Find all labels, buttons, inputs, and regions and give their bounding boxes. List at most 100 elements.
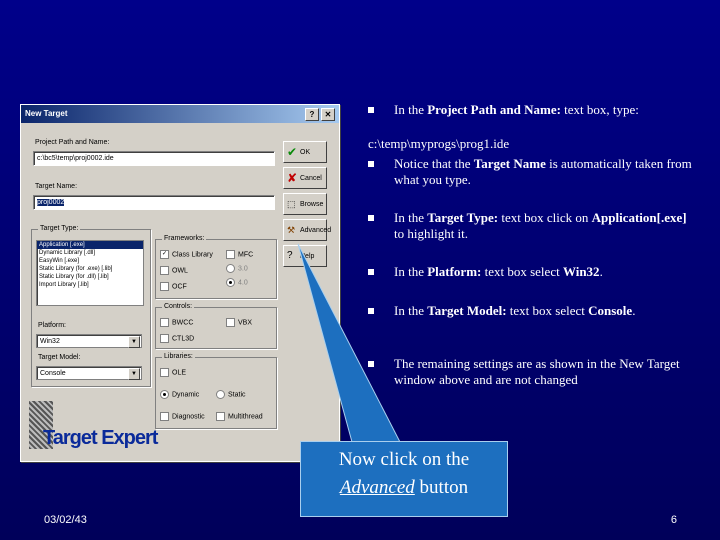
libraries-group: Libraries: OLE Dynamic Static Diagnostic… [155,353,277,429]
bullet-square-icon [368,215,374,221]
footer-date: 03/02/43 [44,514,87,526]
bwcc-checkbox[interactable]: BWCC [160,318,193,328]
controls-label: Controls: [162,303,195,310]
callout-text: button [414,477,469,498]
bullet-text: In the [394,303,428,318]
advanced-button[interactable]: ⚒ Advanced [283,219,331,241]
bullet-bold: Target Model: [427,303,507,318]
class-library-label: Class Library [172,251,213,259]
bullet-text: c:\temp\myprogs\prog1.ide [368,136,510,151]
target-model-label: Target Model: [38,354,81,361]
bullet-text: Notice that the [394,156,474,171]
static-radio[interactable]: Static [216,390,246,400]
help-button[interactable]: ? Help [283,245,327,267]
target-type-item[interactable]: Static Library (for .dll) [.lib] [37,273,143,281]
project-path-input[interactable]: c:\bc5\temp\proj0002.ide [33,151,275,166]
class-library-checkbox[interactable]: ✓ Class Library [160,250,213,260]
target-type-label: Target Type: [38,225,81,232]
bullet-bold: Application[.exe] [591,210,687,225]
target-type-item[interactable]: Static Library (for .exe) [.lib] [37,265,143,273]
static-label: Static [228,391,246,399]
bullet-square-icon [368,161,374,167]
callout-emphasis: Advanced [339,477,415,498]
frameworks-label: Frameworks: [162,235,207,242]
target-name-value: proj0002 [37,199,65,206]
owl-version-40-label: 4.0 [238,279,248,287]
target-name-label: Target Name: [35,183,78,190]
platform-value: Win32 [40,338,60,345]
target-type-item[interactable]: Import Library [.lib] [37,281,143,289]
controls-group: Controls: BWCC VBX CTL3D [155,303,277,349]
footer-page-number: 6 [670,514,677,526]
cancel-button[interactable]: ✘ Cancel [283,167,327,189]
vbx-checkbox[interactable]: VBX [226,318,252,328]
owl-version-40-radio: 4.0 [226,278,248,288]
bullet-square-icon [368,308,374,314]
ctl3d-label: CTL3D [172,335,195,343]
chevron-down-icon[interactable]: ▼ [128,368,140,380]
bullet-bold: Target Type: [427,210,499,225]
owl-version-30-radio: 3.0 [226,264,248,274]
ocf-label: OCF [172,283,187,291]
ctl3d-checkbox[interactable]: CTL3D [160,334,194,344]
bullet-path-value: c:\temp\myprogs\prog1.ide [368,136,698,152]
bullet-text: The remaining settings are as shown in t… [394,356,680,387]
callout-line2: Advanced button [301,474,507,502]
dialog-title: New Target [25,109,68,118]
dynamic-label: Dynamic [172,391,200,399]
help-title-button[interactable]: ? [305,108,319,121]
checkmark-icon: ✔ [287,145,298,159]
bullet-text: text box select [506,303,589,318]
bullet-target-type: In the Target Type: text box click on Ap… [368,210,698,242]
bullet-text: text box click on [498,210,592,225]
bullet-platform: In the Platform: text box select Win32. [368,264,698,280]
bullet-text: In the [394,210,428,225]
cancel-label: Cancel [300,175,322,182]
dynamic-radio[interactable]: Dynamic [160,390,199,400]
bullet-target-model: In the Target Model: text box select Con… [368,303,698,319]
callout-box: Now click on the Advanced button [300,441,508,517]
callout-line1: Now click on the [338,449,470,470]
ole-checkbox[interactable]: OLE [160,368,186,378]
multithread-checkbox[interactable]: Multithread [216,412,263,422]
platform-select[interactable]: Win32 ▼ [36,334,142,348]
ocf-checkbox[interactable]: OCF [160,282,187,292]
diagnostic-checkbox[interactable]: Diagnostic [160,412,205,422]
browse-label: Browse [300,201,324,208]
target-model-value: Console [40,370,66,377]
help-label: Help [300,253,315,260]
mfc-label: MFC [238,251,254,259]
frameworks-group: Frameworks: ✓ Class Library MFC OWL 3.0 O… [155,235,277,299]
dialog-title-bar: New Target ? ✕ [21,105,339,123]
bullet-square-icon [368,361,374,367]
target-type-group: Target Type: Application [.exe] Dynamic … [31,225,151,387]
chevron-down-icon[interactable]: ▼ [128,336,140,348]
bullet-remaining-settings: The remaining settings are as shown in t… [368,356,698,388]
ole-label: OLE [172,369,187,377]
bullet-bold: Win32 [562,264,600,279]
target-type-item[interactable]: EasyWin [.exe] [37,257,143,265]
target-type-list[interactable]: Application [.exe] Dynamic Library [.dll… [36,240,144,306]
bullet-bold: Project Path and Name: [427,102,561,117]
target-model-select[interactable]: Console ▼ [36,366,142,380]
browse-icon: ⬚ [287,199,296,209]
bullet-target-name: Notice that the Target Name is automatic… [368,156,698,188]
bullet-square-icon [368,269,374,275]
bullet-text: text box select [481,264,563,279]
bullet-bold: Platform: [427,264,482,279]
target-name-input[interactable]: proj0002 [33,195,275,210]
target-type-item[interactable]: Dynamic Library [.dll] [37,249,143,257]
close-title-button[interactable]: ✕ [321,108,335,121]
ok-button[interactable]: ✔ OK [283,141,327,163]
mfc-checkbox[interactable]: MFC [226,250,253,260]
bullet-bold: Target Name [473,156,546,171]
owl-checkbox[interactable]: OWL [160,266,188,276]
bwcc-label: BWCC [172,319,194,327]
help-icon: ? [287,250,293,261]
bullet-text: text box, type: [560,102,639,117]
target-type-item[interactable]: Application [.exe] [37,241,143,249]
browse-button[interactable]: ⬚ Browse [283,193,327,215]
new-target-dialog: New Target ? ✕ Project Path and Name: c:… [20,104,340,462]
multithread-label: Multithread [228,413,263,421]
bullet-text: . [632,303,636,318]
